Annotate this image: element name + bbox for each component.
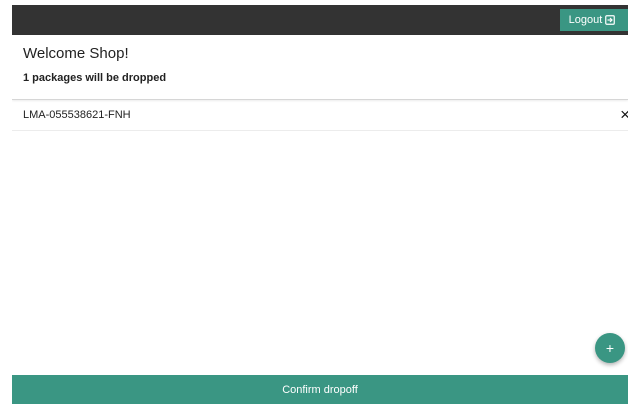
- app-frame: Logout Welcome Shop! 1 packages will be …: [12, 5, 628, 404]
- logout-button[interactable]: Logout: [560, 9, 628, 31]
- remove-package-icon[interactable]: ×: [620, 106, 628, 123]
- package-list-item: LMA-055538621-FNH ×: [12, 100, 628, 131]
- top-bar: Logout: [12, 5, 628, 35]
- logout-label: Logout: [568, 14, 603, 26]
- page-header: Welcome Shop! 1 packages will be dropped: [12, 35, 628, 100]
- package-list: LMA-055538621-FNH ×: [12, 100, 628, 131]
- welcome-title: Welcome Shop!: [23, 45, 129, 62]
- confirm-dropoff-label: Confirm dropoff: [282, 383, 358, 396]
- package-code: LMA-055538621-FNH: [23, 109, 131, 121]
- package-count-text: 1 packages will be dropped: [23, 72, 167, 84]
- add-package-button[interactable]: +: [595, 333, 625, 363]
- confirm-dropoff-button[interactable]: Confirm dropoff: [12, 375, 628, 404]
- logout-icon: [605, 15, 616, 25]
